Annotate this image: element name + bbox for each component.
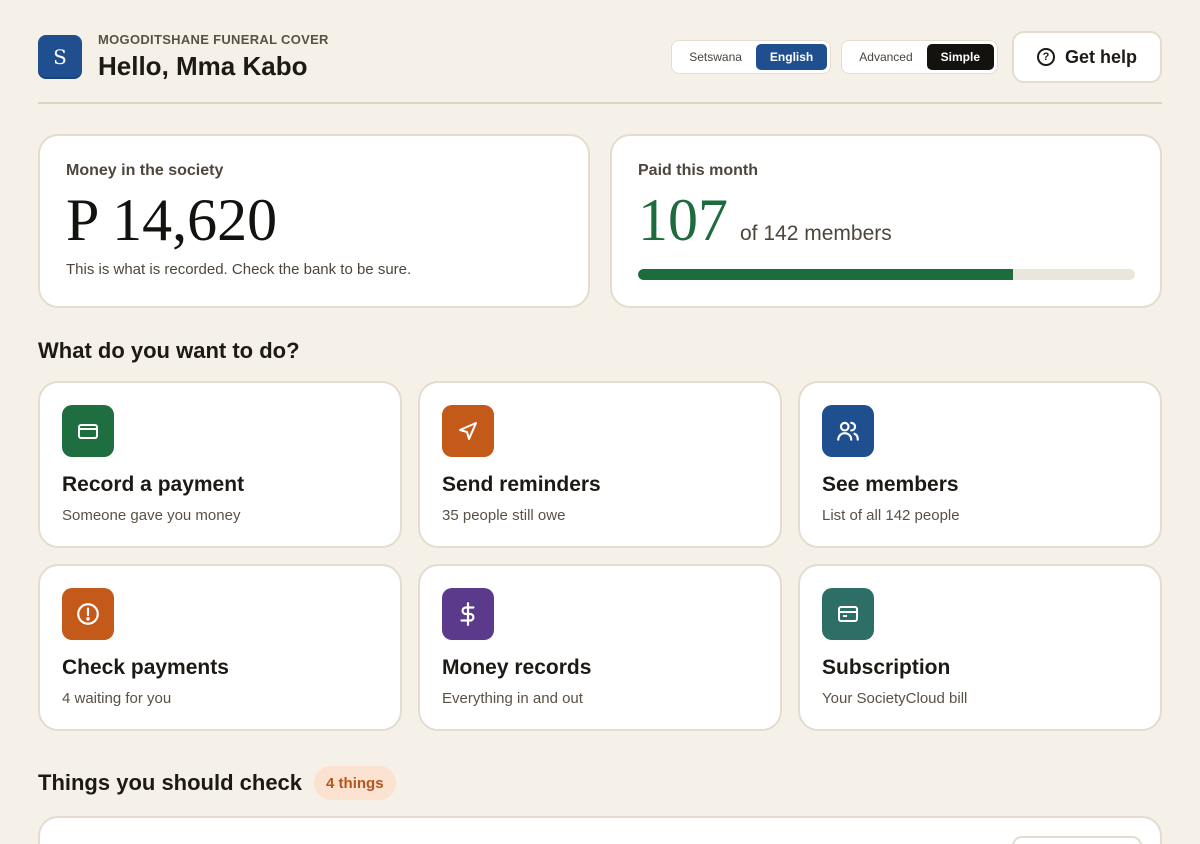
actions-grid: Record a payment Someone gave you money …: [38, 381, 1162, 731]
action-title: Money records: [442, 656, 592, 679]
check-item-button[interactable]: [1012, 836, 1142, 844]
mode-option-advanced[interactable]: Advanced: [845, 44, 926, 70]
send-icon: [459, 422, 477, 440]
action-icon-tile: [62, 405, 114, 457]
action-subscription[interactable]: Subscription Your SocietyCloud bill: [798, 564, 1162, 731]
paid-count: 107: [638, 187, 728, 253]
language-option-english[interactable]: English: [755, 44, 828, 70]
paid-progress-fill: [638, 269, 1013, 280]
action-subtitle: Your SocietyCloud bill: [822, 690, 968, 707]
money-amount: P 14,620: [66, 187, 278, 253]
action-title: Record a payment: [62, 473, 245, 496]
society-name: MOGODITSHANE FUNERAL COVER: [98, 32, 329, 47]
society-avatar: S: [38, 35, 82, 79]
checks-count-badge: 4 things: [314, 766, 396, 800]
money-note: This is what is recorded. Check the bank…: [66, 261, 412, 278]
checks-header: Things you should check 4 things: [38, 766, 396, 800]
action-check-payments[interactable]: Check payments 4 waiting for you: [38, 564, 402, 731]
card-icon: [78, 424, 98, 439]
paid-stat-card: Paid this month 107 of 142 members: [610, 134, 1162, 308]
action-icon-tile: [62, 588, 114, 640]
mode-option-simple[interactable]: Simple: [926, 44, 994, 70]
action-icon-tile: [442, 405, 494, 457]
billing-icon: [838, 606, 858, 622]
actions-title: What do you want to do?: [38, 338, 300, 363]
action-subtitle: List of all 142 people: [822, 507, 960, 524]
money-stat-label: Money in the society: [66, 162, 224, 179]
action-title: Subscription: [822, 656, 951, 679]
action-record-payment[interactable]: Record a payment Someone gave you money: [38, 381, 402, 548]
dollar-icon: [460, 602, 475, 626]
header-controls: Setswana English Advanced Simple ? Get h…: [671, 31, 1162, 83]
money-stat-card: Money in the society P 14,620 This is wh…: [38, 134, 590, 308]
checks-title: Things you should check: [38, 770, 303, 795]
action-title: Check payments: [62, 656, 229, 679]
action-subtitle: Someone gave you money: [62, 507, 241, 524]
action-subtitle: 35 people still owe: [442, 507, 566, 524]
header-divider: [38, 102, 1162, 104]
get-help-label: Get help: [1064, 46, 1137, 67]
action-icon-tile: [822, 405, 874, 457]
greeting-title: Hello, Mma Kabo: [98, 51, 308, 81]
action-money-records[interactable]: Money records Everything in and out: [418, 564, 782, 731]
action-see-members[interactable]: See members List of all 142 people: [798, 381, 1162, 548]
action-subtitle: 4 waiting for you: [62, 690, 172, 707]
question-icon: ?: [1036, 48, 1055, 66]
action-title: See members: [822, 473, 959, 496]
checks-panel: [38, 816, 1162, 844]
action-icon-tile: [442, 588, 494, 640]
get-help-button[interactable]: ? Get help: [1012, 31, 1162, 83]
greeting-block: MOGODITSHANE FUNERAL COVER Hello, Mma Ka…: [98, 32, 329, 82]
paid-stat-label: Paid this month: [638, 162, 758, 179]
language-toggle: Setswana English: [671, 40, 832, 74]
paid-progress-bar: [638, 269, 1135, 280]
alert-icon: [77, 603, 99, 625]
paid-of-total: of 142 members: [740, 222, 892, 245]
action-title: Send reminders: [442, 473, 601, 496]
app-header: S MOGODITSHANE FUNERAL COVER Hello, Mma …: [38, 30, 1162, 84]
action-icon-tile: [822, 588, 874, 640]
language-option-setswana[interactable]: Setswana: [675, 44, 756, 70]
users-icon: [837, 421, 859, 441]
action-subtitle: Everything in and out: [442, 690, 583, 707]
mode-toggle: Advanced Simple: [841, 40, 998, 74]
action-send-reminders[interactable]: Send reminders 35 people still owe: [418, 381, 782, 548]
